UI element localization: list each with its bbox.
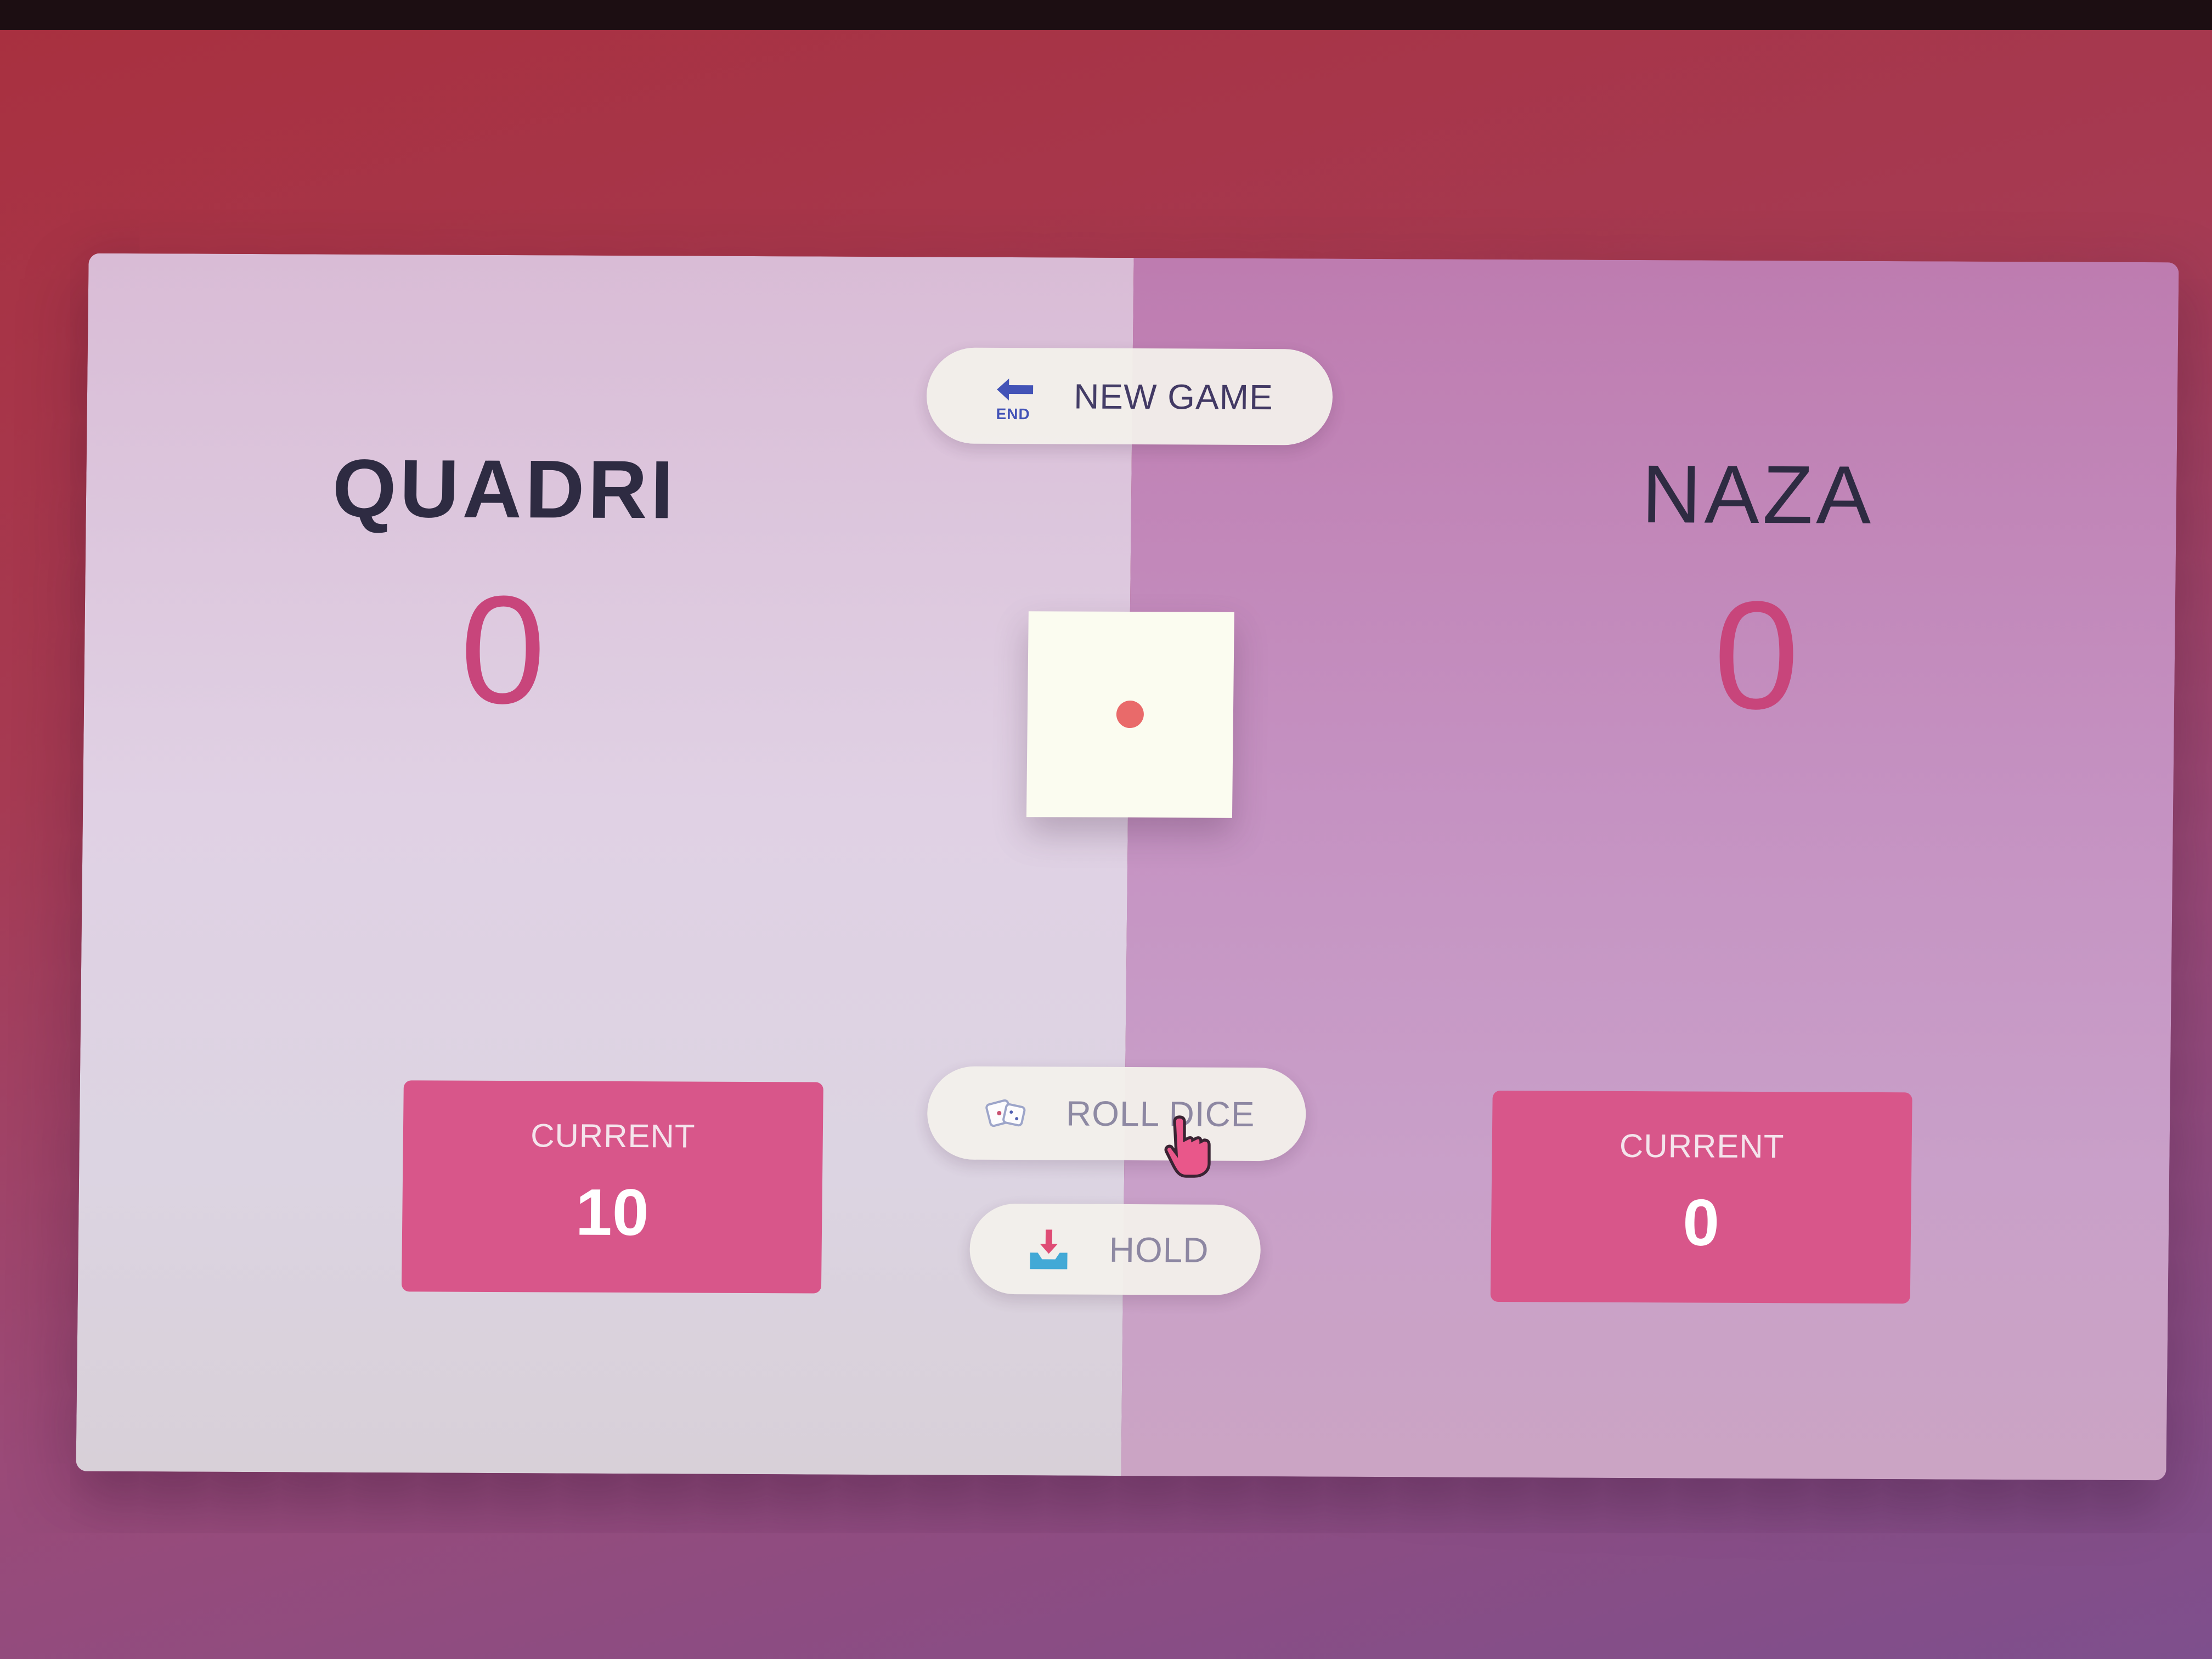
new-game-label: NEW GAME: [1073, 376, 1274, 417]
current-score-box: CURRENT 10: [401, 1080, 823, 1294]
roll-dice-button[interactable]: ROLL DICE: [927, 1066, 1307, 1161]
current-label: CURRENT: [1619, 1127, 1785, 1165]
player-name: QUADRI: [332, 442, 678, 536]
hold-button[interactable]: HOLD: [969, 1203, 1261, 1296]
current-score: 0: [1682, 1186, 1720, 1260]
monitor-bezel: [0, 0, 2212, 30]
player-name: NAZA: [1641, 448, 1875, 541]
new-game-button[interactable]: END NEW GAME: [926, 347, 1333, 445]
current-label: CURRENT: [530, 1117, 696, 1155]
hold-label: HOLD: [1109, 1229, 1209, 1270]
game-board: QUADRI 0 CURRENT 10 NAZA 0 CURRENT 0 END: [76, 253, 2179, 1481]
svg-text:END: END: [996, 405, 1030, 422]
inbox-tray-icon: [1021, 1222, 1076, 1277]
end-arrow-icon: END: [986, 368, 1041, 423]
dice: [1026, 611, 1234, 818]
current-score: 10: [575, 1175, 650, 1250]
player-total-score: 0: [1713, 569, 1801, 742]
player-total-score: 0: [459, 564, 547, 736]
current-score-box: CURRENT 0: [1490, 1090, 1912, 1304]
hand-pointer-icon: [1164, 1115, 1211, 1178]
roll-dice-label: ROLL DICE: [1065, 1093, 1255, 1135]
screen-background: QUADRI 0 CURRENT 10 NAZA 0 CURRENT 0 END: [0, 0, 2212, 1659]
dice-face-one-icon: [1116, 700, 1144, 729]
dice-icon: [978, 1086, 1034, 1141]
